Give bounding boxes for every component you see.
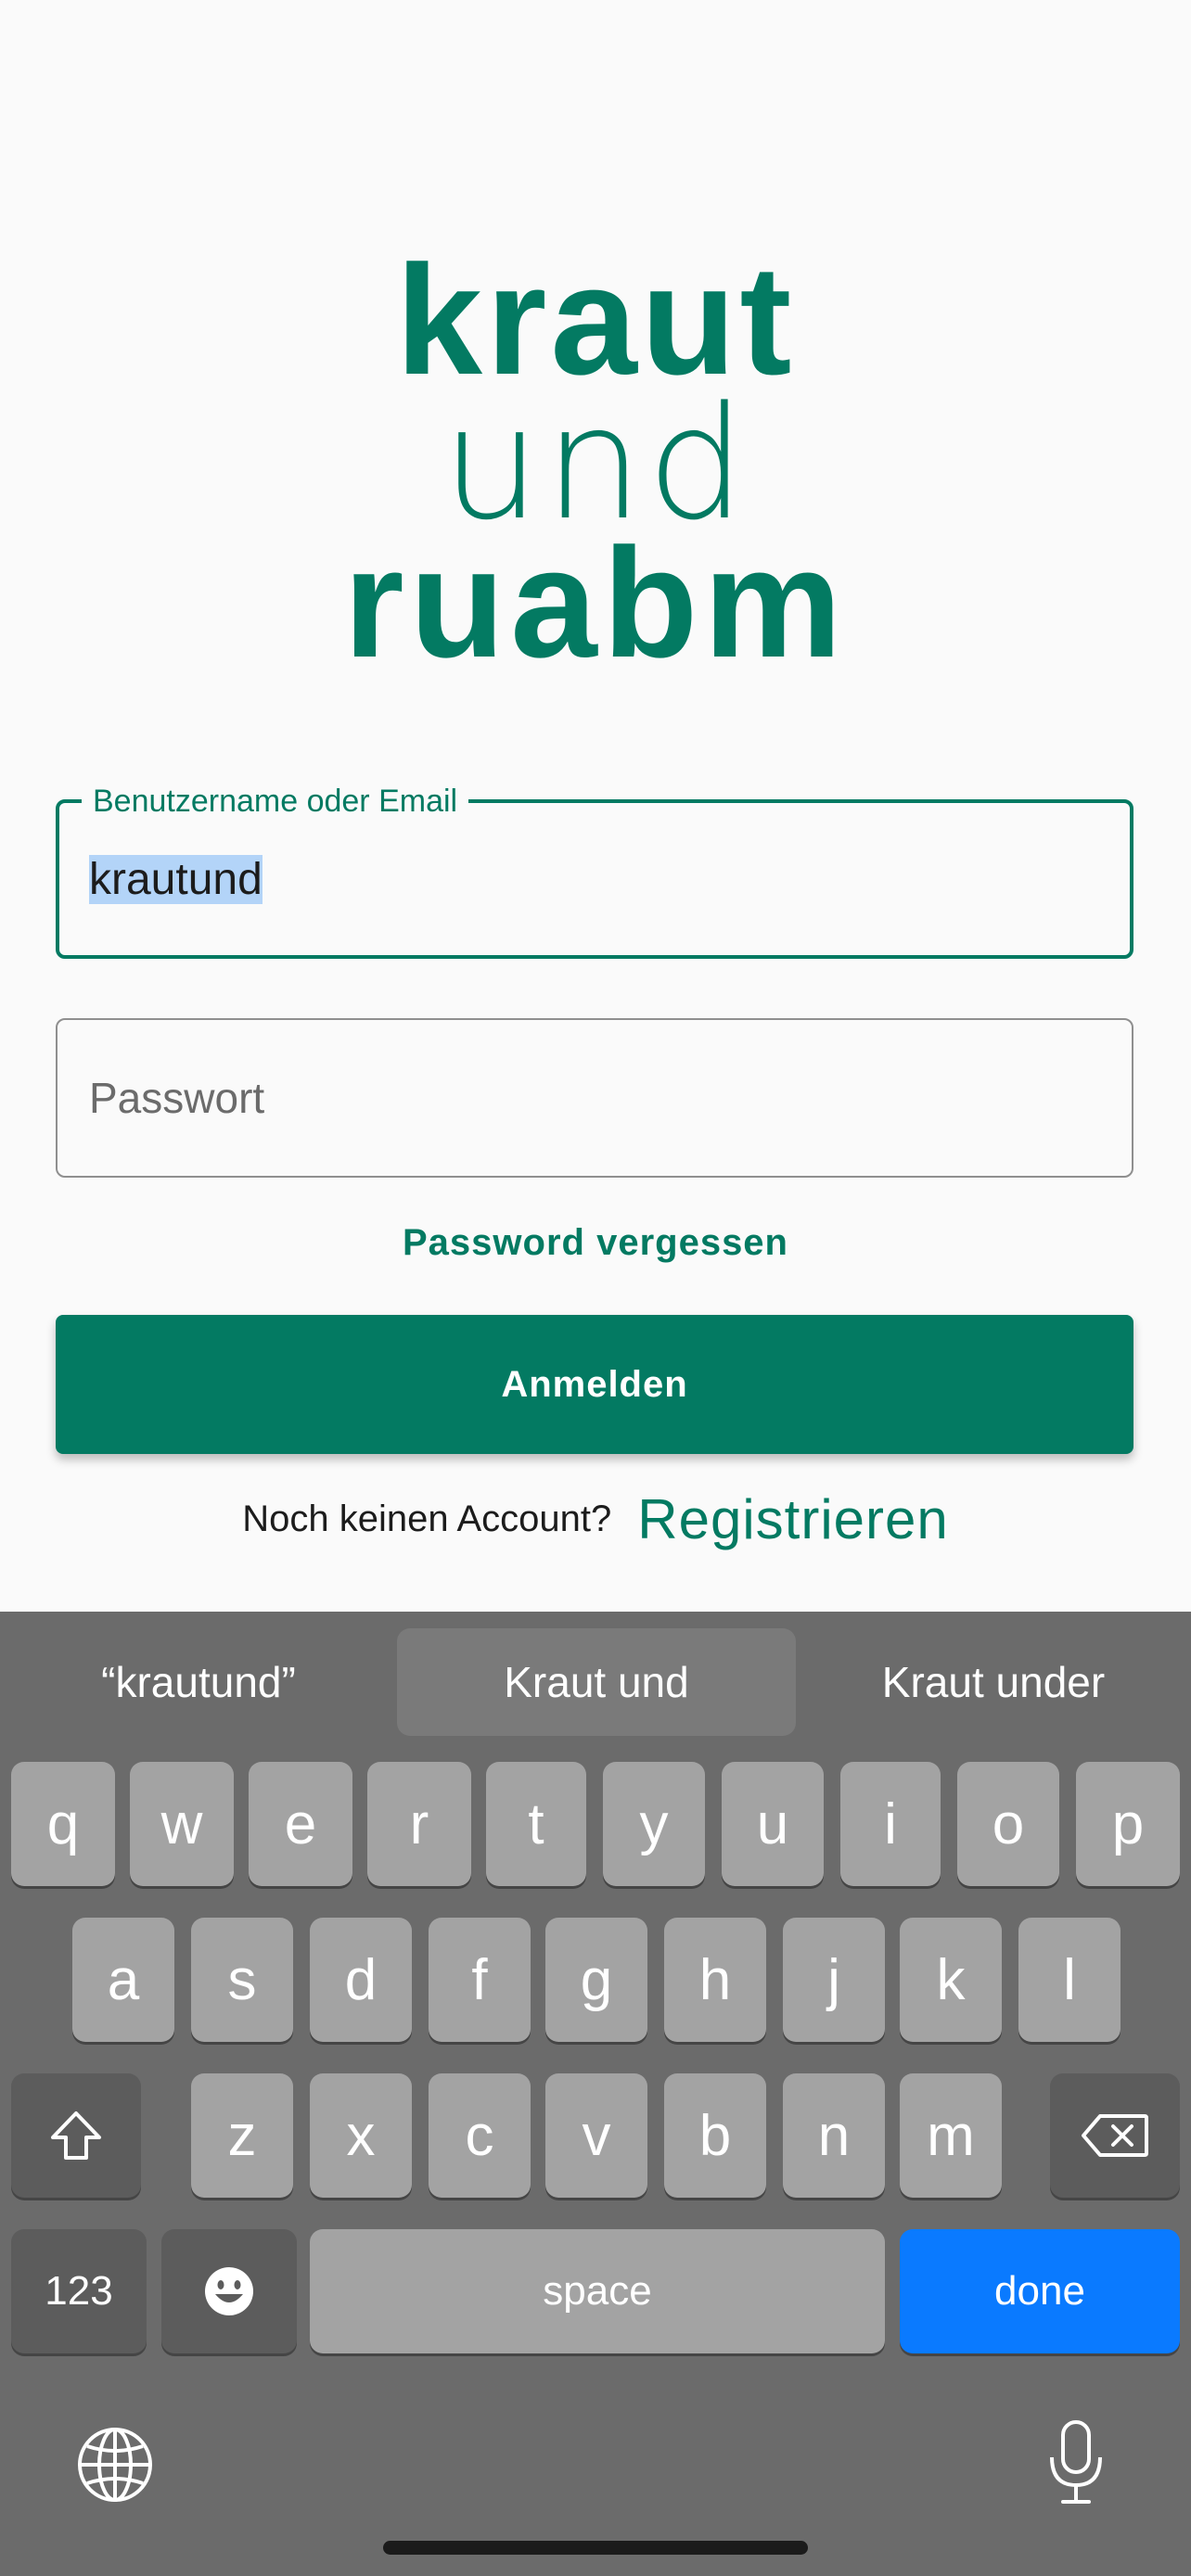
username-selected-text: krautund — [89, 855, 263, 904]
key-e[interactable]: e — [249, 1762, 352, 1886]
register-prompt: Noch keinen Account? — [242, 1498, 612, 1539]
backspace-icon — [1082, 2114, 1148, 2157]
globe-button[interactable] — [74, 2424, 156, 2510]
register-row: Noch keinen Account? Registrieren — [0, 1482, 1191, 1556]
suggestion-1[interactable]: “krautund” — [0, 1628, 397, 1736]
numbers-key[interactable]: 123 — [11, 2229, 147, 2353]
username-field[interactable]: Benutzername oder Email krautund — [56, 781, 1133, 959]
password-field[interactable]: Passwort — [56, 1018, 1133, 1178]
key-r[interactable]: r — [367, 1762, 471, 1886]
dictation-button[interactable] — [1046, 2418, 1106, 2512]
key-k[interactable]: k — [900, 1918, 1002, 2042]
space-key[interactable]: space — [310, 2229, 885, 2353]
emoji-icon — [205, 2267, 253, 2315]
key-f[interactable]: f — [429, 1918, 531, 2042]
forgot-password-link[interactable]: Password vergessen — [0, 1222, 1191, 1264]
emoji-key[interactable] — [161, 2229, 297, 2353]
key-t[interactable]: t — [486, 1762, 586, 1886]
done-key[interactable]: done — [900, 2229, 1180, 2353]
on-screen-keyboard: “krautund” Kraut und Kraut under q w e r… — [0, 1612, 1191, 2576]
key-m[interactable]: m — [900, 2073, 1002, 2198]
key-h[interactable]: h — [664, 1918, 766, 2042]
username-value[interactable]: krautund — [89, 851, 263, 909]
key-b[interactable]: b — [664, 2073, 766, 2198]
key-c[interactable]: c — [429, 2073, 531, 2198]
key-x[interactable]: x — [310, 2073, 412, 2198]
key-z[interactable]: z — [191, 2073, 293, 2198]
globe-icon — [78, 2428, 152, 2502]
password-placeholder: Passwort — [89, 1074, 265, 1122]
username-label: Benutzername oder Email — [82, 781, 469, 822]
key-y[interactable]: y — [603, 1762, 705, 1886]
register-link[interactable]: Registrieren — [637, 1487, 948, 1551]
key-l[interactable]: l — [1018, 1918, 1121, 2042]
key-p[interactable]: p — [1076, 1762, 1180, 1886]
key-n[interactable]: n — [783, 2073, 885, 2198]
suggestion-3[interactable]: Kraut under — [796, 1628, 1191, 1736]
shift-icon — [51, 2111, 101, 2160]
login-button[interactable]: Anmelden — [56, 1315, 1133, 1454]
key-o[interactable]: o — [957, 1762, 1059, 1886]
key-q[interactable]: q — [11, 1762, 115, 1886]
logo-line-ruabm: ruabm — [343, 516, 848, 690]
suggestion-2[interactable]: Kraut und — [397, 1628, 796, 1736]
key-i[interactable]: i — [840, 1762, 941, 1886]
key-u[interactable]: u — [722, 1762, 824, 1886]
key-g[interactable]: g — [545, 1918, 647, 2042]
home-indicator[interactable] — [383, 2541, 808, 2555]
backspace-key[interactable] — [1050, 2073, 1180, 2198]
key-a[interactable]: a — [72, 1918, 174, 2042]
key-j[interactable]: j — [783, 1918, 885, 2042]
key-s[interactable]: s — [191, 1918, 293, 2042]
microphone-icon — [1050, 2420, 1102, 2504]
key-w[interactable]: w — [130, 1762, 234, 1886]
shift-key[interactable] — [11, 2073, 141, 2198]
key-v[interactable]: v — [545, 2073, 647, 2198]
key-d[interactable]: d — [310, 1918, 412, 2042]
